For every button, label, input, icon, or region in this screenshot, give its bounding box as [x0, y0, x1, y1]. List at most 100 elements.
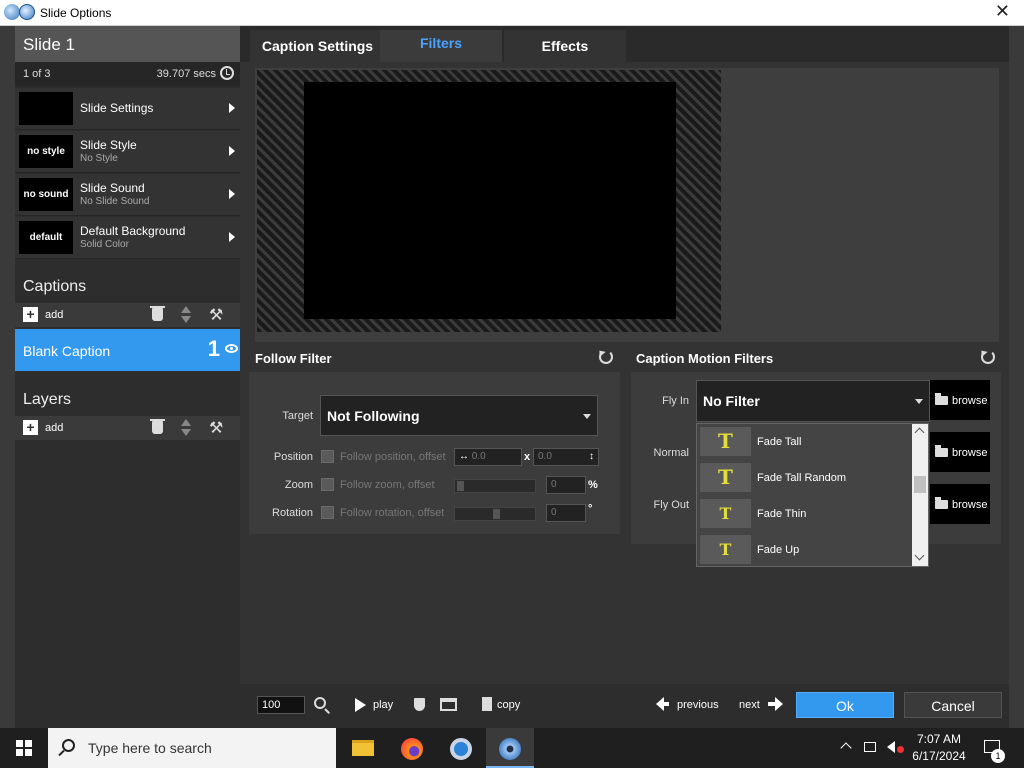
target-dropdown[interactable]: Not Following	[320, 395, 598, 436]
app-icon	[4, 4, 20, 20]
tab-bar: Caption Settings Filters Effects	[240, 26, 1009, 62]
position-x-input[interactable]: ↔ 0.0	[454, 448, 522, 466]
captions-heading: Captions	[23, 278, 87, 295]
windows-start-icon[interactable]	[16, 740, 32, 756]
network-icon[interactable]	[864, 742, 876, 752]
add-icon[interactable]: +	[23, 307, 38, 322]
rotation-input[interactable]: 0	[546, 504, 586, 522]
taskbar-date[interactable]: 6/17/2024	[912, 749, 966, 763]
taskbar-search-box[interactable]: Type here to search	[48, 728, 336, 768]
window-icon[interactable]	[440, 698, 457, 711]
filter-option-fade-up[interactable]: T Fade Up	[697, 532, 913, 568]
taskbar: Type here to search 7:07 AM 6/17/2024 1	[0, 728, 1024, 768]
rotation-slider-handle[interactable]	[493, 509, 500, 519]
tab-effects[interactable]: Effects	[504, 30, 626, 62]
copy-icon[interactable]	[482, 697, 492, 711]
chrome-taskbar-button[interactable]	[437, 728, 485, 768]
file-explorer-taskbar-button[interactable]	[338, 728, 386, 768]
slide-settings-row[interactable]: Slide Settings	[15, 88, 240, 130]
normal-browse-button[interactable]: browse	[930, 432, 990, 472]
zoom-slider[interactable]	[454, 479, 536, 493]
default-background-row[interactable]: default Default Background Solid Color	[15, 217, 240, 259]
eye-icon[interactable]	[225, 344, 238, 353]
volume-icon[interactable]	[887, 741, 895, 753]
window-title: Slide Options	[40, 6, 112, 20]
filter-list-scrollbar[interactable]	[912, 424, 928, 566]
scrollbar-thumb[interactable]	[914, 476, 926, 493]
ok-button[interactable]: Ok	[796, 692, 894, 718]
preview-canvas	[257, 70, 721, 332]
taskbar-time[interactable]: 7:07 AM	[912, 732, 966, 746]
slide-sound-value: No Slide Sound	[80, 196, 150, 207]
add-caption-button[interactable]: add	[45, 309, 63, 321]
zoom-input[interactable]: 0	[546, 476, 586, 494]
add-layer-button[interactable]: add	[45, 422, 63, 434]
reset-icon[interactable]	[599, 350, 613, 364]
copy-button[interactable]: copy	[497, 699, 520, 711]
chevron-up-icon[interactable]	[914, 427, 925, 438]
search-icon[interactable]	[314, 697, 326, 709]
bottom-bar: 100 play copy previous next Ok Cancel	[240, 684, 1009, 728]
chevron-up-icon[interactable]	[840, 742, 852, 754]
slide-settings-thumb	[19, 92, 73, 125]
fly-out-browse-button[interactable]: browse	[930, 484, 990, 524]
play-button[interactable]: play	[373, 699, 393, 711]
cancel-button[interactable]: Cancel	[904, 692, 1002, 718]
browse-label: browse	[952, 395, 988, 407]
chevron-down-icon[interactable]	[914, 550, 925, 561]
fly-in-label: Fly In	[662, 395, 689, 407]
reorder-icon[interactable]	[181, 306, 191, 324]
fly-in-browse-button[interactable]: browse	[930, 380, 990, 420]
zoom-level-input[interactable]: 100	[257, 696, 305, 714]
play-icon[interactable]	[355, 698, 366, 712]
add-icon[interactable]: +	[23, 420, 38, 435]
left-panel: Slide 1 1 of 3 39.707 secs Slide Setting…	[15, 26, 240, 728]
arrow-right-icon[interactable]	[768, 697, 783, 711]
zoom-label: Zoom	[284, 479, 313, 491]
position-y-input[interactable]: 0.0 ↕	[533, 448, 599, 466]
taskbar-search-placeholder: Type here to search	[88, 740, 212, 756]
slide-duration: 39.707 secs	[156, 68, 216, 80]
previous-button[interactable]: previous	[677, 699, 719, 711]
dialog-icon	[19, 4, 35, 20]
clock-icon[interactable]	[220, 66, 234, 80]
next-button[interactable]: next	[739, 699, 760, 711]
chevron-right-icon	[229, 189, 235, 199]
follow-rotation-checkbox[interactable]	[321, 506, 334, 519]
zoom-slider-handle[interactable]	[457, 481, 464, 491]
slide-sound-row[interactable]: no sound Slide Sound No Slide Sound	[15, 174, 240, 216]
filter-option-fade-tall-random[interactable]: T Fade Tall Random	[697, 460, 913, 496]
folder-icon	[935, 497, 948, 509]
position-x-value: 0.0	[471, 451, 486, 462]
filter-option-fade-thin[interactable]: T Fade Thin	[697, 496, 913, 532]
slide-style-row[interactable]: no style Slide Style No Style	[15, 131, 240, 173]
fly-in-dropdown[interactable]: No Filter	[696, 380, 930, 422]
follow-rotation-text: Follow rotation, offset	[340, 507, 445, 519]
chevron-down-icon	[915, 399, 923, 404]
firefox-taskbar-button[interactable]	[388, 728, 436, 768]
arrow-left-icon[interactable]	[656, 697, 669, 711]
follow-zoom-checkbox[interactable]	[321, 478, 334, 491]
close-icon[interactable]: ✕	[995, 2, 1010, 22]
reset-icon[interactable]	[981, 350, 995, 364]
filter-option-fade-tall[interactable]: T Fade Tall	[697, 424, 913, 460]
tools-icon[interactable]: ⚒	[209, 305, 223, 324]
trash-icon[interactable]	[150, 306, 165, 321]
slide-meta: 1 of 3 39.707 secs	[15, 62, 240, 86]
caption-item[interactable]: Blank Caption 1	[15, 329, 240, 371]
tab-filters[interactable]: Filters	[380, 30, 502, 62]
photo-app-taskbar-button[interactable]	[486, 728, 534, 768]
filter-option-label: Fade Up	[757, 544, 800, 556]
target-value: Not Following	[327, 408, 420, 424]
tab-caption-settings[interactable]: Caption Settings	[250, 30, 385, 62]
follow-position-checkbox[interactable]	[321, 450, 334, 463]
rotation-slider[interactable]	[454, 507, 536, 521]
normal-label: Normal	[653, 447, 689, 459]
reorder-icon[interactable]	[181, 419, 191, 437]
trash-icon[interactable]	[150, 419, 165, 434]
tools-icon[interactable]: ⚒	[209, 418, 223, 437]
background-app-right	[1009, 26, 1024, 728]
filter-option-label: Fade Tall Random	[757, 472, 847, 484]
folder-icon	[935, 393, 948, 405]
shield-icon[interactable]	[414, 698, 425, 711]
